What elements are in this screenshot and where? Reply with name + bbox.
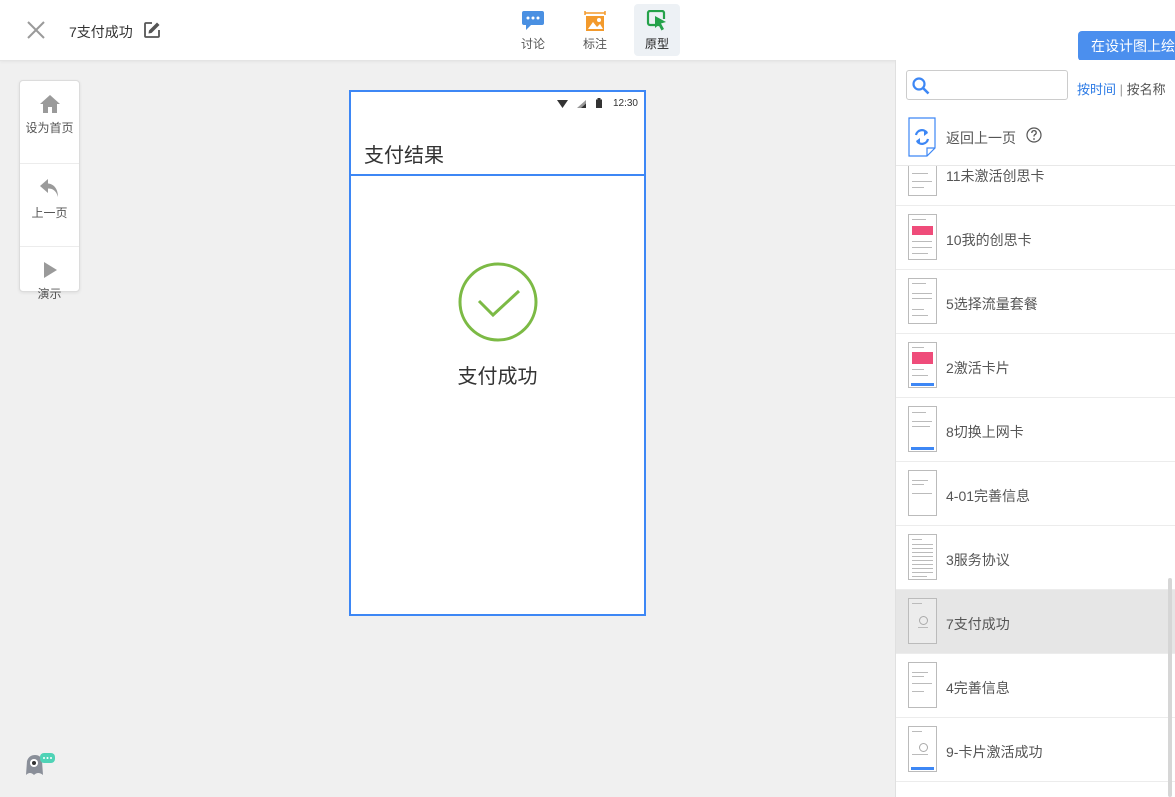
page-name: 11未激活创思卡 <box>946 168 1045 184</box>
page-return-icon <box>908 117 936 157</box>
page-item[interactable]: 4完善信息 <box>896 654 1175 718</box>
prototype-cursor-icon <box>646 10 666 31</box>
previous-page-button[interactable]: 上一页 <box>20 177 79 247</box>
page-name: 5选择流量套餐 <box>946 296 1038 312</box>
page-item-selected[interactable]: 7支付成功 <box>896 590 1175 654</box>
page-title: 7支付成功 <box>69 24 133 40</box>
back-to-previous-page[interactable]: 返回上一页 <box>896 110 1175 166</box>
page-thumbnail <box>908 278 937 324</box>
success-check-icon <box>458 262 538 342</box>
page-item[interactable]: 10我的创思卡 <box>896 206 1175 270</box>
edit-title-button[interactable] <box>143 21 161 39</box>
page-thumbnail <box>908 662 937 708</box>
top-bar: 7支付成功 讨论 标注 原型 在设计图上绘 <box>0 0 1175 61</box>
page-item[interactable]: 3服务协议 <box>896 526 1175 590</box>
status-time: 12:30 <box>612 98 638 109</box>
help-chat-widget[interactable] <box>23 752 57 776</box>
tab-discussion-label: 讨论 <box>520 37 545 51</box>
page-thumbnail <box>908 342 937 388</box>
sort-by-time[interactable]: 按时间 <box>1077 82 1116 97</box>
tool-panel: 设为首页 上一页 演示 <box>19 80 80 301</box>
present-button[interactable]: 演示 <box>20 260 79 330</box>
page-name: 7支付成功 <box>946 616 1010 632</box>
page-name: 3服务协议 <box>946 552 1010 568</box>
page-item[interactable]: 5选择流量套餐 <box>896 270 1175 334</box>
tab-prototype[interactable]: 原型 <box>634 4 680 56</box>
page-name: 4完善信息 <box>946 680 1010 696</box>
wifi-icon <box>557 100 568 108</box>
page-name: 2激活卡片 <box>946 360 1010 376</box>
sort-options: 按时间 | 按名称 <box>1077 79 1166 98</box>
set-home-button[interactable]: 设为首页 <box>20 94 79 164</box>
page-thumbnail <box>908 214 937 260</box>
page-name: 8切换上网卡 <box>946 424 1024 440</box>
draw-on-design-button[interactable]: 在设计图上绘 <box>1078 31 1175 61</box>
app-bar-title: 支付结果 <box>364 145 444 167</box>
mascot-chat-icon <box>26 753 55 775</box>
tab-prototype-label: 原型 <box>644 37 669 51</box>
page-name: 9-卡片激活成功 <box>946 744 1043 760</box>
page-thumbnail <box>908 470 937 516</box>
page-item[interactable]: 9-卡片激活成功 <box>896 718 1175 782</box>
home-icon <box>39 95 60 113</box>
tab-annotation[interactable]: 标注 <box>572 4 618 56</box>
tab-discussion[interactable]: 讨论 <box>510 4 556 56</box>
search-input[interactable] <box>935 75 1067 97</box>
undo-arrow-icon <box>39 179 58 197</box>
chat-bubble-icon <box>522 11 544 30</box>
page-name: 10我的创思卡 <box>946 232 1032 248</box>
page-list-sidebar: 按时间 | 按名称 返回上一页 11未激活创思卡 10我的创思卡 5选择流量套餐… <box>895 60 1175 797</box>
annotate-image-icon <box>584 11 606 31</box>
sort-by-name[interactable]: 按名称 <box>1127 82 1166 97</box>
tab-annotation-label: 标注 <box>582 37 607 51</box>
success-message: 支付成功 <box>457 366 538 388</box>
help-question-icon[interactable] <box>1026 127 1042 143</box>
page-thumbnail <box>908 406 937 452</box>
back-label: 返回上一页 <box>946 130 1016 146</box>
battery-icon <box>596 98 602 108</box>
play-icon <box>43 262 57 278</box>
search-icon <box>912 77 930 95</box>
close-button[interactable] <box>24 18 48 42</box>
previous-page-label: 上一页 <box>31 206 68 220</box>
sort-separator: | <box>1119 82 1124 97</box>
page-name: 4-01完善信息 <box>946 488 1031 504</box>
page-item[interactable]: 2激活卡片 <box>896 334 1175 398</box>
edit-pencil-icon <box>144 22 160 38</box>
signal-icon <box>577 100 586 108</box>
status-bar: 12:30 <box>351 92 644 114</box>
app-bar: 支付结果 <box>351 114 644 176</box>
page-thumbnail <box>908 534 937 580</box>
sidebar-scrollbar[interactable] <box>1168 578 1172 797</box>
prototype-canvas[interactable]: 12:30 支付结果 支付成功 <box>349 90 646 616</box>
page-item[interactable]: 8切换上网卡 <box>896 398 1175 462</box>
present-label: 演示 <box>37 287 62 301</box>
page-thumbnail <box>908 598 937 644</box>
set-home-label: 设为首页 <box>25 121 74 135</box>
page-item[interactable]: 4-01完善信息 <box>896 462 1175 526</box>
page-thumbnail <box>908 726 937 772</box>
page-search[interactable] <box>906 70 1068 100</box>
close-icon <box>27 21 45 39</box>
